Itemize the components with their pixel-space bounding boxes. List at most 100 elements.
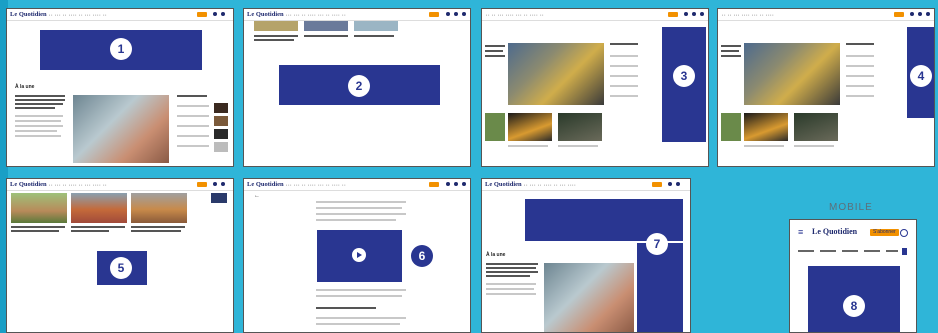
sidebar-thumb[interactable]: [214, 129, 228, 139]
search-icon[interactable]: [918, 12, 922, 16]
thumb[interactable]: [558, 113, 602, 141]
marker-7: 7: [646, 233, 668, 255]
nav-menu[interactable]: ▪▪▪ ▪▪▪ ▪▪ ▪▪▪▪ ▪▪▪ ▪▪ ▪▪▪▪ ▪▪: [286, 13, 346, 17]
article-thumb[interactable]: [304, 21, 348, 31]
subscribe-button[interactable]: S'abonner: [870, 229, 899, 236]
menu-icon[interactable]: [462, 12, 466, 16]
mobile-label: MOBILE: [829, 202, 873, 213]
sidebar-title: [846, 43, 874, 45]
body-line: [15, 125, 63, 127]
sidebar-title: [610, 43, 638, 45]
account-icon[interactable]: [668, 182, 672, 186]
headline-line: [15, 107, 55, 109]
nav-menu[interactable]: ▪▪▪ ▪▪▪ ▪▪ ▪▪▪▪ ▪▪▪ ▪▪ ▪▪▪▪ ▪▪: [286, 183, 346, 187]
site-logo[interactable]: Le Quotidien: [10, 181, 47, 188]
thumb[interactable]: [131, 193, 187, 223]
search-icon[interactable]: [454, 182, 458, 186]
search-icon[interactable]: [676, 182, 680, 186]
article-line: [316, 295, 402, 297]
account-icon[interactable]: [446, 12, 450, 16]
menu-icon[interactable]: [926, 12, 930, 16]
subscribe-button[interactable]: [197, 12, 207, 17]
thumb[interactable]: [11, 193, 67, 223]
panel-8-mobile: ≡ Le Quotidien S'abonner 8: [789, 219, 917, 333]
article-thumb[interactable]: [254, 21, 298, 31]
sidebar-line: [846, 75, 874, 77]
nav-menu[interactable]: ▪▪ ▪▪▪ ▪▪ ▪▪▪▪ ▪▪ ▪▪▪ ▪▪▪▪ ▪▪: [49, 183, 107, 187]
mobile-nav-row[interactable]: [798, 248, 910, 254]
caption-line: [304, 35, 348, 37]
top-nav: Le Quotidien ▪▪ ▪▪▪ ▪▪ ▪▪▪▪ ▪▪ ▪▪▪ ▪▪▪▪ …: [7, 179, 233, 191]
article-line: [316, 219, 396, 221]
menu-icon[interactable]: [700, 12, 704, 16]
menu-icon[interactable]: [462, 182, 466, 186]
marker-8: 8: [843, 295, 865, 317]
thumb[interactable]: [485, 113, 505, 141]
hamburger-icon[interactable]: ≡: [798, 228, 803, 237]
account-icon[interactable]: [446, 182, 450, 186]
caption-line: [558, 145, 598, 147]
article-line: [316, 207, 402, 209]
account-icon[interactable]: [900, 229, 908, 237]
headline-line: [486, 263, 538, 265]
search-icon[interactable]: [221, 182, 225, 186]
site-logo[interactable]: Le Quotidien: [247, 11, 284, 18]
subscribe-button[interactable]: [429, 182, 439, 187]
site-logo[interactable]: Le Quotidien: [485, 181, 522, 188]
subscribe-button[interactable]: [652, 182, 662, 187]
search-icon[interactable]: [692, 12, 696, 16]
article-thumb[interactable]: [354, 21, 398, 31]
back-arrow-icon[interactable]: ←: [254, 193, 260, 199]
caption-line: [11, 226, 65, 228]
nav-menu[interactable]: ▪▪ ▪▪ ▪▪▪ ▪▪▪▪ ▪▪▪ ▪▪ ▪▪▪▪ ▪▪: [486, 13, 544, 17]
main-photo[interactable]: [508, 43, 604, 105]
thumb[interactable]: [721, 113, 741, 141]
sidebar-thumb[interactable]: [214, 116, 228, 126]
search-icon[interactable]: [454, 12, 458, 16]
body-line: [486, 283, 536, 285]
sidebar-line: [610, 55, 638, 57]
site-logo[interactable]: Le Quotidien: [812, 228, 857, 236]
body-line: [15, 120, 61, 122]
article-line: [316, 323, 400, 325]
sidebar-line: [177, 135, 209, 137]
subscribe-button[interactable]: [429, 12, 439, 17]
ad-block-7-side: [637, 243, 683, 332]
site-logo[interactable]: Le Quotidien: [247, 181, 284, 188]
play-icon[interactable]: [352, 248, 366, 262]
thumb[interactable]: [794, 113, 838, 141]
top-nav: Le Quotidien ▪▪ ▪▪▪ ▪▪ ▪▪▪▪ ▪▪ ▪▪▪ ▪▪▪▪ …: [7, 9, 233, 21]
thumb[interactable]: [71, 193, 127, 223]
sidebar-line: [177, 145, 209, 147]
site-logo[interactable]: Le Quotidien: [10, 11, 47, 18]
nav-menu[interactable]: ▪▪ ▪▪▪ ▪▪ ▪▪▪▪ ▪▪ ▪▪▪ ▪▪▪▪ ▪▪: [49, 13, 107, 17]
thumb[interactable]: [211, 193, 227, 203]
account-icon[interactable]: [213, 12, 217, 16]
body-line: [486, 293, 536, 295]
sidebar-line: [846, 55, 874, 57]
marker-2: 2: [348, 75, 370, 97]
main-photo[interactable]: [544, 263, 634, 332]
thumb[interactable]: [508, 113, 552, 141]
sidebar-line: [610, 95, 638, 97]
sidebar-thumb[interactable]: [214, 142, 228, 152]
subscribe-button[interactable]: [197, 182, 207, 187]
nav-menu[interactable]: ▪▪ ▪▪ ▪▪▪ ▪▪▪▪ ▪▪▪ ▪▪ ▪▪▪▪: [722, 13, 774, 17]
headline-line: [15, 103, 63, 105]
marker-6: 6: [411, 245, 433, 267]
account-icon[interactable]: [910, 12, 914, 16]
headline-line: [485, 45, 505, 47]
thumb[interactable]: [744, 113, 788, 141]
subscribe-button[interactable]: [894, 12, 904, 17]
main-photo[interactable]: [73, 95, 169, 163]
account-icon[interactable]: [684, 12, 688, 16]
top-nav: Le Quotidien ▪▪ ▪▪▪ ▪▪ ▪▪▪▪ ▪▪ ▪▪▪ ▪▪▪▪: [482, 179, 690, 191]
subscribe-button[interactable]: [668, 12, 678, 17]
account-icon[interactable]: [213, 182, 217, 186]
nav-menu[interactable]: ▪▪ ▪▪▪ ▪▪ ▪▪▪▪ ▪▪ ▪▪▪ ▪▪▪▪: [524, 183, 576, 187]
body-line: [15, 135, 61, 137]
main-photo[interactable]: [744, 43, 840, 105]
bookmark-icon[interactable]: [902, 248, 907, 255]
sidebar-thumb[interactable]: [214, 103, 228, 113]
search-icon[interactable]: [221, 12, 225, 16]
